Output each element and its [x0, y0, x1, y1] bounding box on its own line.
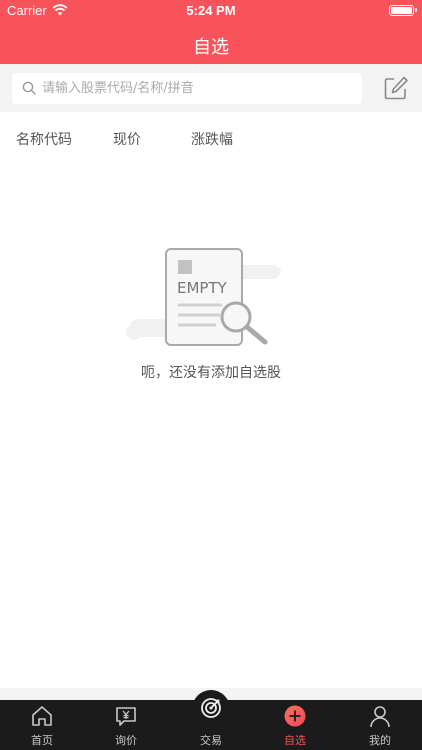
profile-icon [370, 706, 390, 728]
page-title: 自选 [193, 37, 229, 58]
edit-watchlist-button[interactable] [382, 74, 410, 102]
status-bar: Carrier 5:24 PM [0, 0, 422, 22]
trade-target-icon [201, 698, 221, 718]
tab-trade[interactable]: 交易 [169, 698, 253, 750]
column-headers: 名称代码 现价 涨跌幅 [0, 112, 422, 162]
tab-home[interactable]: 首页 [0, 700, 84, 750]
add-favorite-icon [284, 705, 306, 727]
search-input[interactable] [42, 73, 352, 104]
empty-state-message: 呃，还没有添加自选股 [141, 365, 281, 381]
clock: 5:24 PM [186, 3, 236, 18]
column-price[interactable]: 现价 [113, 129, 141, 149]
search-bar [0, 64, 422, 112]
app-header: Carrier 5:24 PM 自选 [0, 0, 422, 64]
price-inquiry-icon [116, 707, 136, 726]
tab-label: 自选 [284, 734, 306, 747]
tab-price-inquiry[interactable]: 询价 [84, 700, 168, 750]
column-change-percent[interactable]: 涨跌幅 [191, 129, 233, 149]
search-icon [22, 81, 36, 95]
tab-profile[interactable]: 我的 [338, 700, 422, 750]
tab-label: 询价 [115, 734, 137, 747]
tab-label: 首页 [31, 734, 53, 747]
empty-badge-text: EMPTY [177, 279, 228, 297]
search-box[interactable] [12, 73, 362, 104]
home-icon [32, 706, 52, 726]
tab-label: 我的 [369, 734, 391, 747]
tab-bar: 首页 询价 交易 自选 我的 [0, 698, 422, 750]
tab-watchlist[interactable]: 自选 [253, 700, 337, 750]
battery-icon [389, 5, 417, 16]
column-name-code[interactable]: 名称代码 [16, 129, 72, 149]
tab-label: 交易 [200, 734, 222, 747]
empty-state-illustration: EMPTY [126, 248, 282, 346]
